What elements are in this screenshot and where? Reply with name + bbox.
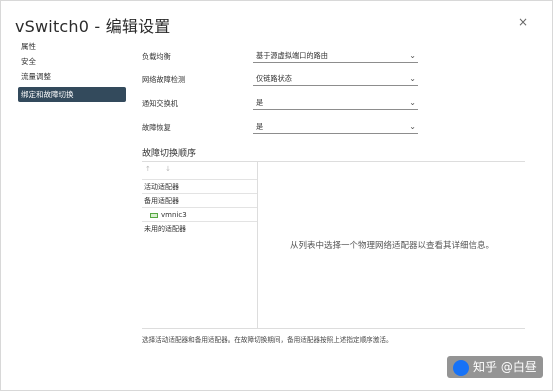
nav-item-teaming-failover[interactable]: 绑定和故障切换 — [18, 87, 126, 102]
notify-switches-label: 通知交换机 — [142, 99, 178, 108]
failure-detection-select[interactable]: 仅链路状态 ⌄ — [253, 73, 418, 86]
details-hint: 从列表中选择一个物理网络适配器以查看其详细信息。 — [290, 241, 495, 251]
failback-select[interactable]: 是 ⌄ — [253, 121, 418, 134]
standby-adapters-group[interactable]: 备用适配器 — [142, 193, 257, 207]
close-icon[interactable]: × — [518, 15, 528, 29]
watermark: 知乎 @白昼 — [447, 356, 543, 378]
failback-value: 是 — [256, 122, 264, 131]
active-adapters-group[interactable]: 活动适配器 — [142, 179, 257, 193]
failure-detection-row: 网络故障检测 仅链路状态 ⌄ — [142, 73, 419, 87]
nav-item-properties[interactable]: 属性 — [18, 39, 126, 54]
zhihu-logo-icon — [453, 359, 469, 376]
load-balancing-label: 负载均衡 — [142, 52, 171, 61]
notify-switches-value: 是 — [256, 98, 264, 107]
adapter-vmnic3-label: vmnic3 — [161, 211, 187, 219]
dialog-title: vSwitch0 - 编辑设置 — [15, 17, 171, 36]
watermark-text: 知乎 @白昼 — [473, 360, 537, 374]
footer-help-text: 选择活动适配器和备用适配器。在故障切换期间，备用适配器按照上述指定顺序激活。 — [142, 336, 393, 344]
failback-label: 故障恢复 — [142, 123, 171, 132]
chevron-down-icon: ⌄ — [409, 74, 416, 83]
notify-switches-row: 通知交换机 是 ⌄ — [142, 97, 419, 111]
load-balancing-value: 基于源虚拟端口的路由 — [256, 51, 328, 60]
settings-nav: 属性 安全 流量调整 绑定和故障切换 — [18, 39, 126, 102]
load-balancing-row: 负载均衡 基于源虚拟端口的路由 ⌄ — [142, 50, 419, 64]
chevron-down-icon: ⌄ — [409, 98, 416, 107]
edit-settings-dialog: vSwitch0 - 编辑设置 × 属性 安全 流量调整 绑定和故障切换 负载均… — [0, 0, 553, 391]
nav-item-traffic-shaping[interactable]: 流量调整 — [18, 69, 126, 84]
failure-detection-value: 仅链路状态 — [256, 74, 292, 83]
notify-switches-select[interactable]: 是 ⌄ — [253, 97, 418, 110]
adapter-list: ↑ ↓ 活动适配器 备用适配器 vmnic3 未用的适配器 — [142, 162, 258, 328]
network-adapter-icon — [150, 212, 158, 218]
failback-row: 故障恢复 是 ⌄ — [142, 121, 419, 135]
adapter-vmnic3[interactable]: vmnic3 — [142, 207, 257, 221]
failover-order-title: 故障切换顺序 — [142, 149, 197, 159]
chevron-down-icon: ⌄ — [409, 51, 416, 60]
chevron-down-icon: ⌄ — [409, 122, 416, 131]
failover-panel: ↑ ↓ 活动适配器 备用适配器 vmnic3 未用的适配器 从列表中选择一个物理… — [142, 161, 525, 329]
unused-adapters-group[interactable]: 未用的适配器 — [142, 221, 257, 235]
nav-item-security[interactable]: 安全 — [18, 54, 126, 69]
move-up-down-icon[interactable]: ↑ ↓ — [145, 165, 177, 173]
load-balancing-select[interactable]: 基于源虚拟端口的路由 ⌄ — [253, 50, 418, 63]
failure-detection-label: 网络故障检测 — [142, 75, 186, 84]
